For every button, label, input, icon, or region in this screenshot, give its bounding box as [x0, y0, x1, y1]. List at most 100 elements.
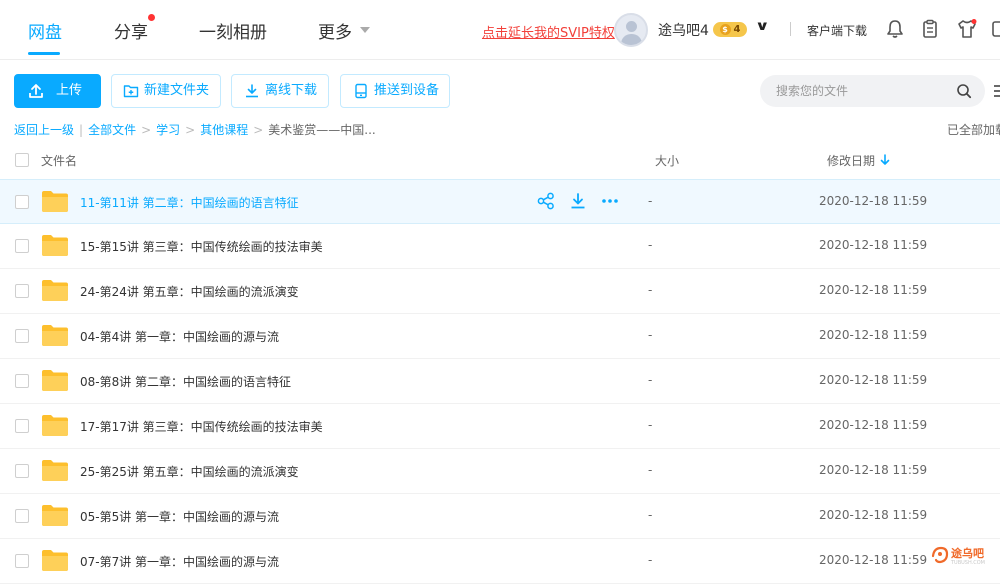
folder-icon — [42, 370, 68, 391]
row-checkbox[interactable] — [15, 509, 29, 523]
file-modified-date: 2020-12-18 11:59 — [819, 328, 928, 342]
bell-icon[interactable] — [884, 18, 906, 40]
file-row[interactable]: 15-第15讲 第三章：中国传统绘画的技法审美 - 2020-12-18 11:59 — [0, 224, 1000, 269]
download-icon — [246, 84, 258, 98]
file-row[interactable]: 25-第25讲 第五章：中国绘画的流派演变 - 2020-12-18 11:59 — [0, 449, 1000, 494]
folder-icon — [42, 550, 68, 571]
share-icon[interactable] — [537, 192, 555, 210]
more-options-icon[interactable] — [601, 192, 619, 210]
list-view-icon[interactable] — [994, 84, 1000, 98]
file-name[interactable]: 17-第17讲 第三章：中国传统绘画的技法审美 — [80, 418, 323, 435]
file-name[interactable]: 07-第7讲 第一章：中国绘画的源与流 — [80, 553, 279, 570]
search-input[interactable] — [774, 75, 944, 107]
file-row[interactable]: 08-第8讲 第二章：中国绘画的语言特征 - 2020-12-18 11:59 — [0, 359, 1000, 404]
folder-icon — [42, 235, 68, 256]
username[interactable]: 途乌吧4 — [658, 20, 709, 40]
avatar[interactable] — [614, 13, 648, 47]
breadcrumb-other-courses[interactable]: 其他课程 — [200, 123, 248, 137]
row-checkbox[interactable] — [15, 239, 29, 253]
clipboard-icon[interactable] — [919, 18, 941, 40]
file-name[interactable]: 24-第24讲 第五章：中国绘画的流派演变 — [80, 283, 299, 300]
vip-coin-icon: $ — [719, 24, 731, 35]
row-checkbox[interactable] — [15, 464, 29, 478]
svg-text:TUBUSH.COM: TUBUSH.COM — [950, 560, 985, 566]
file-row[interactable]: 07-第7讲 第一章：中国绘画的源与流 - 2020-12-18 11:59 — [0, 539, 1000, 584]
new-folder-button[interactable]: 新建文件夹 — [111, 74, 221, 108]
tubush-watermark-logo: 途乌吧 TUBUSH.COM — [931, 546, 985, 566]
folder-icon — [42, 505, 68, 526]
user-menu-chevron-icon[interactable]: ∨ — [755, 19, 770, 34]
select-all-checkbox[interactable] — [15, 153, 29, 167]
file-table-header: 文件名 大小 修改日期 — [0, 145, 1000, 179]
breadcrumb-all-files[interactable]: 全部文件 — [88, 123, 136, 137]
file-row[interactable]: 11-第11讲 第二章：中国绘画的语言特征 - 2020-12-18 11:59 — [0, 179, 1000, 224]
row-download-icon[interactable] — [569, 192, 587, 210]
folder-icon — [42, 460, 68, 481]
tshirt-skin-icon[interactable] — [956, 18, 978, 40]
row-checkbox[interactable] — [15, 419, 29, 433]
avatar-body-shape — [621, 34, 642, 45]
upload-button-label: 上传 — [56, 83, 83, 98]
breadcrumb-separator: | — [79, 123, 84, 137]
offline-download-label: 离线下载 — [265, 83, 318, 98]
file-size: - — [648, 418, 653, 432]
file-size: - — [648, 553, 653, 567]
file-modified-date: 2020-12-18 11:59 — [819, 238, 928, 252]
upload-icon — [29, 84, 43, 98]
file-name[interactable]: 15-第15讲 第三章：中国传统绘画的技法审美 — [80, 238, 323, 255]
file-name[interactable]: 04-第4讲 第一章：中国绘画的源与流 — [80, 328, 279, 345]
file-name[interactable]: 25-第25讲 第五章：中国绘画的流派演变 — [80, 463, 299, 480]
file-size: - — [648, 238, 653, 252]
row-checkbox[interactable] — [15, 329, 29, 343]
file-modified-date: 2020-12-18 11:59 — [819, 194, 928, 208]
file-name[interactable]: 08-第8讲 第二章：中国绘画的语言特征 — [80, 373, 291, 390]
share-notification-dot — [148, 14, 155, 21]
row-checkbox[interactable] — [15, 195, 29, 209]
file-modified-date: 2020-12-18 11:59 — [819, 508, 928, 522]
row-checkbox[interactable] — [15, 554, 29, 568]
nav-tab-netdisk[interactable]: 网盘 — [28, 18, 62, 43]
new-folder-label: 新建文件夹 — [144, 83, 210, 98]
expand-icon[interactable] — [990, 18, 1000, 40]
file-row[interactable]: 17-第17讲 第三章：中国传统绘画的技法审美 - 2020-12-18 11:59 — [0, 404, 1000, 449]
active-tab-indicator — [28, 52, 60, 55]
breadcrumb: 返回上一级 | 全部文件 > 学习 > 其他课程 > 美术鉴赏——中国... — [14, 121, 376, 138]
breadcrumb-back[interactable]: 返回上一级 — [14, 123, 74, 137]
folder-icon — [42, 415, 68, 436]
upload-button[interactable]: 上传 — [14, 74, 101, 108]
file-size: - — [648, 283, 653, 297]
svip-renew-link[interactable]: 点击延长我的SVIP特权 — [482, 22, 615, 41]
breadcrumb-study[interactable]: 学习 — [156, 123, 180, 137]
file-name[interactable]: 11-第11讲 第二章：中国绘画的语言特征 — [80, 194, 299, 211]
sort-descending-icon[interactable] — [880, 154, 890, 166]
row-checkbox[interactable] — [15, 374, 29, 388]
push-to-device-button[interactable]: 推送到设备 — [340, 74, 450, 108]
file-size: - — [648, 463, 653, 477]
file-row[interactable]: 04-第4讲 第一章：中国绘画的源与流 - 2020-12-18 11:59 — [0, 314, 1000, 359]
nav-divider — [790, 22, 791, 36]
vip-level-badge: $4 — [713, 22, 747, 37]
column-header-name[interactable]: 文件名 — [41, 152, 77, 169]
file-size: - — [648, 508, 653, 522]
column-header-size[interactable]: 大小 — [655, 152, 679, 169]
client-download-link[interactable]: 客户端下载 — [807, 22, 867, 39]
nav-tab-photo-album[interactable]: 一刻相册 — [199, 18, 267, 43]
file-size: - — [648, 194, 653, 208]
file-row[interactable]: 05-第5讲 第一章：中国绘画的源与流 - 2020-12-18 11:59 — [0, 494, 1000, 539]
search-icon[interactable] — [956, 83, 972, 99]
nav-tab-share[interactable]: 分享 — [114, 18, 148, 43]
svg-text:途乌吧: 途乌吧 — [951, 546, 984, 560]
file-modified-date: 2020-12-18 11:59 — [819, 553, 928, 567]
file-row[interactable]: 24-第24讲 第五章：中国绘画的流派演变 - 2020-12-18 11:59 — [0, 269, 1000, 314]
column-header-modified[interactable]: 修改日期 — [827, 152, 875, 169]
row-checkbox[interactable] — [15, 284, 29, 298]
file-name[interactable]: 05-第5讲 第一章：中国绘画的源与流 — [80, 508, 279, 525]
push-to-device-label: 推送到设备 — [374, 83, 440, 98]
more-caret-icon[interactable] — [360, 27, 370, 33]
vip-level-number: 4 — [733, 24, 741, 35]
breadcrumb-separator: > — [141, 123, 152, 137]
file-modified-date: 2020-12-18 11:59 — [819, 373, 928, 387]
nav-tab-more[interactable]: 更多 — [318, 18, 352, 43]
offline-download-button[interactable]: 离线下载 — [231, 74, 329, 108]
loaded-status: 已全部加载 — [947, 123, 1000, 137]
